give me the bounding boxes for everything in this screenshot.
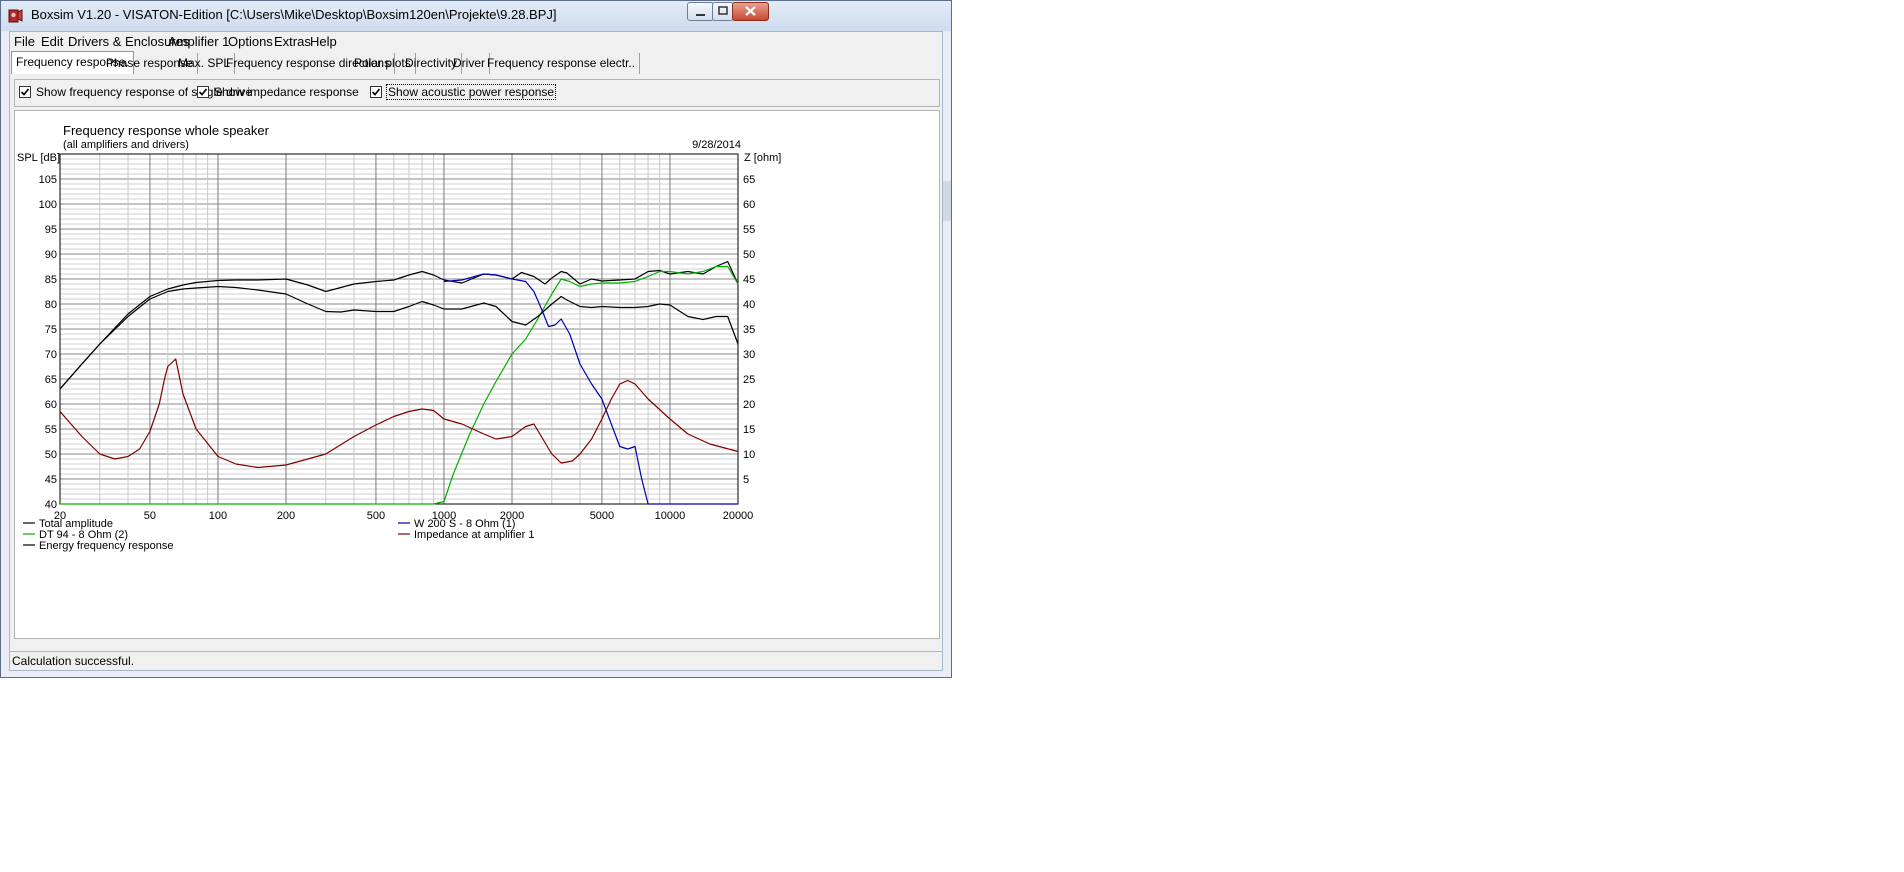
maximize-button[interactable] (712, 2, 734, 21)
maximize-icon (718, 6, 728, 15)
y-tick-label: 75 (45, 324, 57, 336)
y-tick-label: 95 (45, 224, 57, 236)
menu-extras[interactable]: Extras (274, 34, 311, 49)
x-tick-label: 100 (209, 510, 227, 522)
tab-frequency-response-electr[interactable]: Frequency response electr.. (483, 53, 641, 74)
y-tick-label: 65 (45, 374, 57, 386)
window-title: Boxsim V1.20 - VISATON-Edition [C:\Users… (31, 7, 557, 22)
y2-tick-label: 15 (743, 424, 755, 436)
frequency-response-chart-panel: Frequency response whole speaker (all am… (14, 110, 940, 639)
status-bar: Calculation successful. (10, 651, 942, 670)
minimize-button[interactable] (687, 2, 714, 21)
y2-tick-label: 50 (743, 249, 755, 261)
x-tick-label: 200 (277, 510, 295, 522)
close-icon (745, 6, 756, 16)
legend-label: Impedance at amplifier 1 (414, 529, 534, 541)
frequency-response-chart: Frequency response whole speaker (all am… (17, 123, 781, 552)
y2-tick-label: 30 (743, 349, 755, 361)
acoustic-power-checkbox[interactable]: Show acoustic power response (370, 84, 557, 100)
y2-tick-label: 35 (743, 324, 755, 336)
x-tick-label: 5000 (590, 510, 614, 522)
chart-title: Frequency response whole speaker (63, 123, 270, 138)
y-tick-label: 85 (45, 274, 57, 286)
y-tick-label: 55 (45, 424, 57, 436)
checkmark-icon (20, 88, 30, 96)
x-tick-label: 500 (367, 510, 385, 522)
y-tick-label: 100 (39, 199, 57, 211)
chart-subtitle: (all amplifiers and drivers) (63, 139, 189, 151)
y2-tick-label: 20 (743, 399, 755, 411)
y-tick-label: 105 (39, 174, 57, 186)
chart-date: 9/28/2014 (692, 139, 741, 151)
y2-tick-label: 55 (743, 224, 755, 236)
y-tick-label: 80 (45, 299, 57, 311)
menu-file[interactable]: File (14, 34, 35, 49)
acoustic-power-checkbox-box[interactable] (370, 86, 382, 98)
menu-options[interactable]: Options (228, 34, 273, 49)
legend-label: Energy frequency response (39, 540, 174, 552)
display-options-panel: Show frequency response of single drive … (14, 79, 940, 107)
chart-legend: Total amplitudeDT 94 - 8 Ohm (2)Energy f… (23, 518, 534, 552)
y2-axis-label: Z [ohm] (744, 152, 781, 164)
impedance-checkbox-box[interactable] (197, 86, 209, 98)
menu-bar: File Edit Drivers & Enclosures Amplifier… (10, 32, 942, 52)
menu-amplifier[interactable]: Amplifier 1 (168, 34, 229, 49)
chart-series (59, 260, 739, 505)
y2-tick-label: 60 (743, 199, 755, 211)
menu-help[interactable]: Help (310, 34, 337, 49)
title-bar[interactable]: Boxsim V1.20 - VISATON-Edition [C:\Users… (1, 1, 951, 31)
acoustic-power-label: Show acoustic power response (385, 84, 557, 100)
y-tick-label: 70 (45, 349, 57, 361)
impedance-checkbox[interactable]: Show impedance response (197, 85, 359, 99)
y2-tick-label: 45 (743, 274, 755, 286)
y-tick-label: 60 (45, 399, 57, 411)
minimize-icon (696, 14, 705, 16)
menu-edit[interactable]: Edit (41, 34, 63, 49)
y2-tick-label: 5 (743, 474, 749, 486)
client-area: File Edit Drivers & Enclosures Amplifier… (9, 31, 943, 671)
y-tick-label: 40 (45, 499, 57, 511)
single-drive-checkbox-box[interactable] (19, 86, 31, 98)
close-button[interactable] (732, 2, 769, 21)
y-axis-label: SPL [dB] (17, 152, 60, 164)
x-tick-label: 50 (144, 510, 156, 522)
x-tick-label: 20000 (723, 510, 754, 522)
scrollbar-edge (943, 181, 951, 221)
y-tick-label: 45 (45, 474, 57, 486)
tab-bar: Frequency response. Phase response Max. … (10, 51, 942, 75)
boxsim-app-icon (8, 9, 23, 23)
y-tick-label: 90 (45, 249, 57, 261)
impedance-label: Show impedance response (214, 85, 359, 99)
y-tick-label: 50 (45, 449, 57, 461)
checkmark-icon (371, 88, 381, 96)
y2-tick-label: 40 (743, 299, 755, 311)
y2-tick-label: 25 (743, 374, 755, 386)
y2-tick-label: 10 (743, 449, 755, 461)
app-window: Boxsim V1.20 - VISATON-Edition [C:\Users… (0, 0, 952, 678)
x-tick-label: 10000 (655, 510, 686, 522)
checkmark-icon (198, 88, 208, 96)
y2-tick-label: 65 (743, 174, 755, 186)
